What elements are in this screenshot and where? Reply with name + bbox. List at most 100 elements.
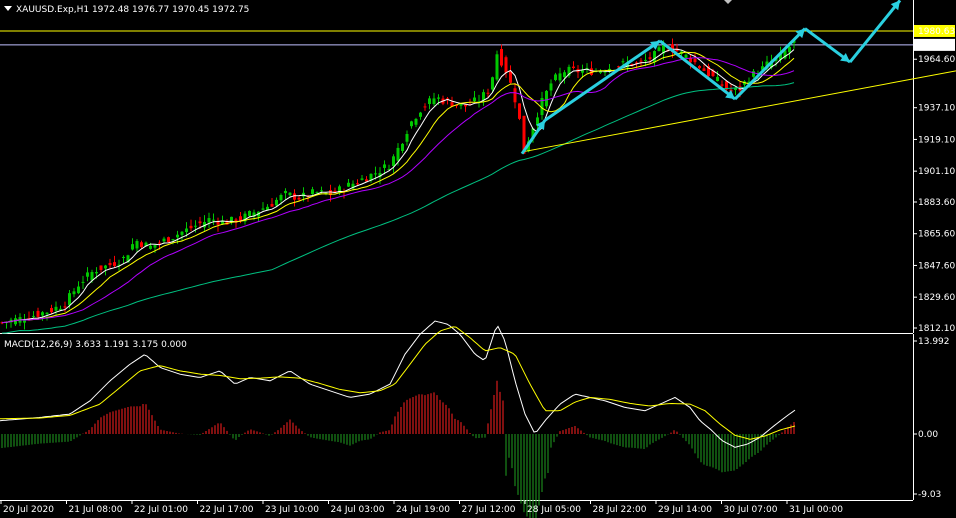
candle-body [653,51,656,63]
candle-body [684,54,688,58]
candle-body [194,225,197,227]
candle-body [162,238,166,242]
symbol-info: XAUUSD.Exp,H1 1972.48 1976.77 1970.45 19… [4,5,249,15]
price-tick-label: 1972.75 [918,41,955,51]
candle-body [311,189,314,194]
candle-body [356,183,359,185]
candle-body [140,242,143,247]
price-tick: 1812.10 [913,324,955,334]
candle-body [374,173,377,175]
price-tick-label: 1980.63 [918,27,955,37]
candle-body [432,98,436,105]
macd-title: MACD(12,26,9) 3.633 1.191 3.175 0.000 [4,340,187,350]
time-tick-label: 31 Jul 00:00 [789,505,843,515]
chart-window[interactable]: 1980.63 1972.75 1964.60 1937.10 1919.10 1901.… [0,0,956,518]
candle-body [473,97,476,102]
candle-body [702,68,706,71]
candle-body [41,312,44,316]
price-tick-label: 1812.10 [918,324,955,334]
candle-body [509,71,512,83]
time-tick-label: 22 Jul 17:00 [200,505,254,515]
candle-body [518,103,521,119]
time-tick-label: 22 Jul 01:00 [134,505,188,515]
price-tick-label: 1847.60 [918,261,955,271]
price-tick: 1919.10 [913,135,955,145]
candle-body [275,199,278,206]
price-tick: 1883.60 [913,198,955,208]
candle-body [104,265,107,269]
candle-body [603,71,607,73]
time-tick-label: 30 Jul 07:00 [724,505,778,515]
candle-body [95,271,98,274]
candle-body [644,59,647,62]
candle-body [149,245,152,249]
price-tick-label: 1919.10 [918,135,955,145]
candle-body [513,88,517,103]
candle-body [288,192,292,196]
candle-body [423,106,427,108]
price-tick: 1964.60 [913,55,955,65]
price-tick: 1829.60 [913,293,955,303]
macd-tick-label: 0.00 [918,430,938,440]
candle-body [176,234,179,238]
price-tick: 1980.63 [913,24,955,37]
price-tick-label: 1829.60 [918,293,955,303]
candle-body [491,77,494,90]
candle-body [401,143,404,152]
time-tick-label: 28 Jul 22:00 [593,505,647,515]
candle-body [414,118,418,125]
price-tick: 1847.60 [913,261,955,271]
candle-body [549,83,553,91]
time-tick-label: 28 Jul 05:00 [527,505,581,515]
candle-body [131,244,134,250]
candle-body [572,66,575,68]
candle-body [171,239,175,241]
candle-body [315,192,319,194]
price-tick: 1865.60 [913,230,955,240]
time-tick-label: 21 Jul 08:00 [69,505,123,515]
time-tick-label: 29 Jul 14:00 [658,505,712,515]
candle-body [698,65,701,69]
candle-body [270,203,274,207]
candle-body [428,98,431,105]
candle-body [284,190,287,194]
candle-body [68,293,71,306]
candle-body [239,216,242,221]
price-tick-label: 1964.60 [918,55,955,65]
candle-body [716,76,719,82]
candle-body [297,197,301,200]
candle-body [50,308,53,313]
candle-body [410,121,413,127]
time-tick-label: 20 Jul 2020 [3,505,54,515]
price-tick-label: 1865.60 [918,230,955,240]
candle-body [347,182,350,187]
candle-body [788,46,791,53]
chart-background [0,0,956,518]
candle-body [36,310,40,317]
candle-body [437,97,440,99]
candle-body [648,57,652,59]
candle-body [405,133,409,142]
time-tick-label: 23 Jul 10:00 [265,505,319,515]
candle-body [563,72,566,78]
macd-tick-label: 13.992 [918,337,950,347]
time-tick-label: 24 Jul 19:00 [396,505,450,515]
candle-body [167,237,170,243]
candle-body [32,315,35,317]
candle-body [113,262,116,266]
candle-body [581,70,584,73]
candle-body [185,228,188,233]
candle-body [482,92,485,101]
macd-tick: 13.992 [913,337,950,347]
candle-body [45,312,49,314]
price-tick: 1937.10 [913,104,955,114]
candle-body [464,104,467,107]
candle-body [77,286,80,294]
candle-body [54,306,58,311]
macd-tick: -9.03 [913,490,941,500]
candle-body [248,210,251,216]
candle-body [621,61,625,63]
candle-body [198,221,202,224]
candle-body [158,242,161,244]
macd-tick-label: -9.03 [918,490,941,500]
